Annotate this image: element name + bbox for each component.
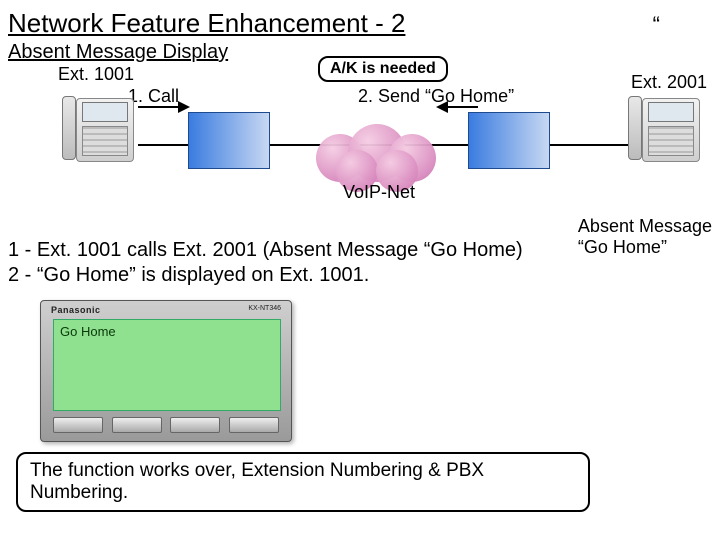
network-diagram: Ext. 1001 Ext. 2001 1. Call 2. Send “Go … bbox=[8, 64, 712, 224]
phone-display-mock: Panasonic KX-NT346 Go Home bbox=[40, 300, 292, 442]
slide-title: Network Feature Enhancement - 2 bbox=[8, 8, 712, 39]
absent-message-title: Absent Message bbox=[578, 216, 712, 237]
pbx-left bbox=[188, 112, 270, 169]
phone-ext-1001 bbox=[58, 92, 136, 170]
stray-quote: “ bbox=[653, 12, 660, 38]
ext-2001-label: Ext. 2001 bbox=[631, 72, 707, 93]
softkey-row bbox=[53, 417, 279, 435]
explanation-line-2: 2 - “Go Home” is displayed on Ext. 1001. bbox=[8, 263, 523, 288]
ak-needed-badge: A/K is needed bbox=[318, 56, 448, 82]
phone-screen-icon bbox=[648, 102, 694, 122]
softkey-icon bbox=[170, 417, 220, 433]
absent-message-box: Absent Message “Go Home” bbox=[578, 216, 712, 257]
phone-keys-icon bbox=[82, 126, 128, 156]
pbx-right bbox=[468, 112, 550, 169]
phone-lcd: Go Home bbox=[53, 319, 281, 411]
explanation-line-1: 1 - Ext. 1001 calls Ext. 2001 (Absent Me… bbox=[8, 238, 523, 263]
handset-icon bbox=[628, 96, 642, 160]
voip-cloud-icon bbox=[308, 120, 448, 190]
phone-keys-icon bbox=[648, 126, 694, 156]
phone-screen-icon bbox=[82, 102, 128, 122]
softkey-icon bbox=[53, 417, 103, 433]
send-arrow bbox=[438, 106, 478, 108]
handset-icon bbox=[62, 96, 76, 160]
ext-1001-label: Ext. 1001 bbox=[58, 64, 134, 85]
absent-message-value: “Go Home” bbox=[578, 237, 712, 258]
voip-cloud-label: VoIP-Net bbox=[343, 182, 415, 203]
phone-model-label: KX-NT346 bbox=[248, 305, 281, 312]
softkey-icon bbox=[112, 417, 162, 433]
phone-brand-label: Panasonic bbox=[51, 305, 101, 315]
call-arrow bbox=[138, 106, 188, 108]
lcd-message: Go Home bbox=[54, 320, 280, 343]
footer-callout: The function works over, Extension Numbe… bbox=[16, 452, 590, 512]
explanation-text: 1 - Ext. 1001 calls Ext. 2001 (Absent Me… bbox=[8, 238, 523, 288]
softkey-icon bbox=[229, 417, 279, 433]
phone-ext-2001 bbox=[624, 92, 702, 170]
